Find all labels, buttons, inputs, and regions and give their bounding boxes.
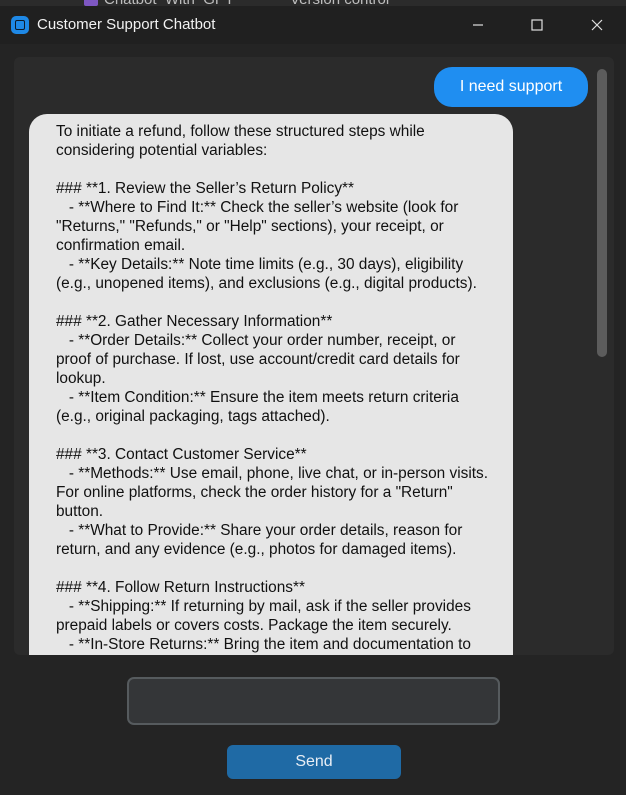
send-button[interactable]: Send: [227, 745, 401, 779]
close-button[interactable]: [574, 6, 620, 44]
minimize-button[interactable]: [455, 6, 501, 44]
close-icon: [591, 19, 603, 31]
app-window-icon: [11, 16, 29, 34]
message-input[interactable]: [127, 677, 500, 725]
maximize-button[interactable]: [514, 6, 560, 44]
minimize-icon: [473, 24, 483, 26]
chat-scrollbar-thumb[interactable]: [597, 69, 607, 357]
window-title: Customer Support Chatbot: [37, 16, 216, 33]
title-bar[interactable]: Customer Support Chatbot: [0, 6, 626, 44]
user-message-bubble: I need support: [434, 67, 588, 107]
maximize-icon: [531, 19, 543, 31]
chat-history[interactable]: I need support To initiate a refund, fol…: [14, 57, 614, 655]
chatbot-window: Customer Support Chatbot I need support …: [0, 6, 626, 795]
bot-message-bubble: To initiate a refund, follow these struc…: [29, 114, 513, 655]
